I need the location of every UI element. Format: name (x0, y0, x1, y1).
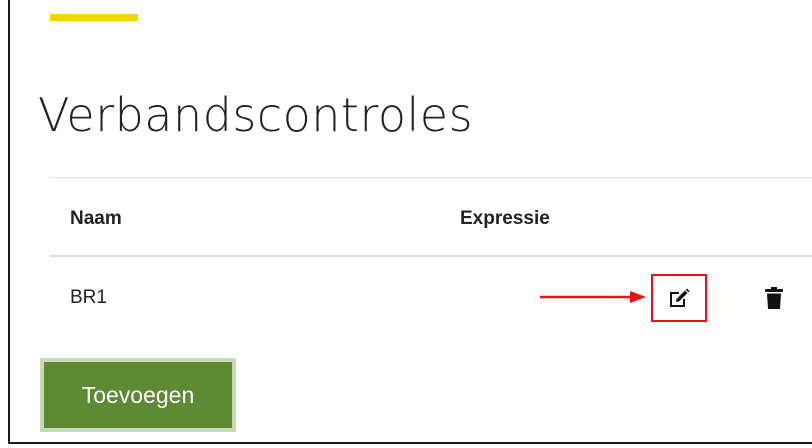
accent-bar (50, 14, 138, 21)
add-button[interactable]: Toevoegen (44, 362, 232, 428)
row-name-cell: BR1 (70, 287, 107, 308)
edit-button[interactable] (651, 274, 707, 322)
trash-icon (765, 287, 783, 309)
delete-button[interactable] (760, 283, 788, 313)
arrow-right-icon (540, 291, 646, 303)
column-header-expressie: Expressie (460, 208, 550, 229)
header-divider (50, 255, 812, 257)
page-title: Verbandscontroles (38, 88, 474, 142)
add-button-focus-ring: Toevoegen (40, 358, 236, 432)
column-header-naam: Naam (70, 208, 122, 229)
divider (50, 177, 812, 178)
edit-icon (670, 288, 690, 307)
